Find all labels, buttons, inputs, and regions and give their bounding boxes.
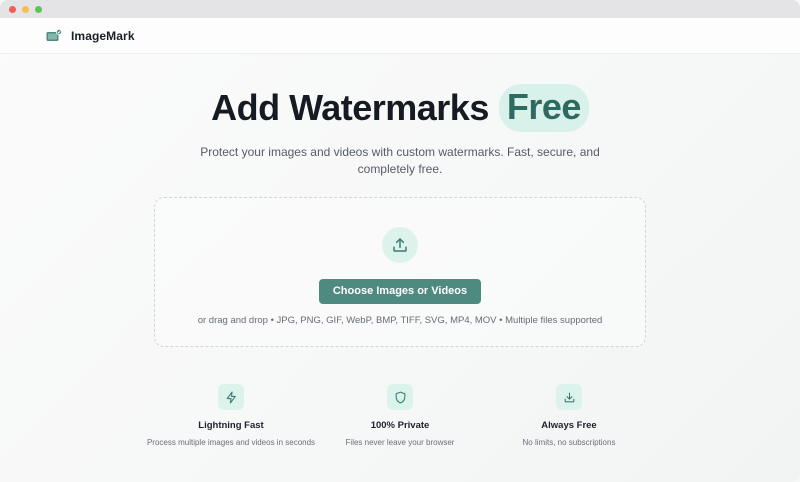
feature-lightning-fast: Lightning Fast Process multiple images a… [146, 384, 316, 449]
image-watermark-logo-icon[interactable] [46, 28, 62, 43]
feature-description: Files never leave your browser [345, 438, 455, 447]
drop-hint-text: or drag and drop • JPG, PNG, GIF, WebP, … [197, 315, 603, 326]
lightning-icon [218, 384, 244, 410]
feature-title: Lightning Fast [198, 420, 264, 431]
top-navbar: ImageMark [0, 18, 800, 54]
download-icon [556, 384, 582, 410]
feature-title: 100% Private [370, 420, 430, 431]
feature-description: Process multiple images and videos in se… [146, 438, 316, 447]
maximize-window-button[interactable] [35, 5, 42, 13]
app-window: ImageMark Add Watermarks Free Protect yo… [0, 0, 800, 482]
upload-icon [382, 227, 418, 263]
hero-subtitle: Protect your images and videos with cust… [200, 145, 600, 176]
feature-description: No limits, no subscriptions [522, 438, 616, 447]
minimize-window-button[interactable] [22, 5, 29, 13]
close-window-button[interactable] [9, 5, 16, 13]
file-dropzone[interactable]: Choose Images or Videos or drag and drop… [154, 197, 646, 347]
shield-icon [387, 384, 413, 410]
page-title-text: Add Watermarks [211, 87, 489, 128]
choose-files-button[interactable]: Choose Images or Videos [319, 279, 481, 304]
feature-private: 100% Private Files never leave your brow… [315, 384, 485, 449]
hero-section: Add Watermarks Free Protect your images … [0, 84, 800, 178]
brand-name[interactable]: ImageMark [71, 29, 135, 43]
page-title: Add Watermarks Free [211, 84, 589, 132]
window-titlebar [0, 0, 800, 18]
free-highlight-badge: Free [498, 84, 589, 132]
feature-always-free: Always Free No limits, no subscriptions [484, 384, 654, 449]
feature-title: Always Free [541, 420, 597, 431]
